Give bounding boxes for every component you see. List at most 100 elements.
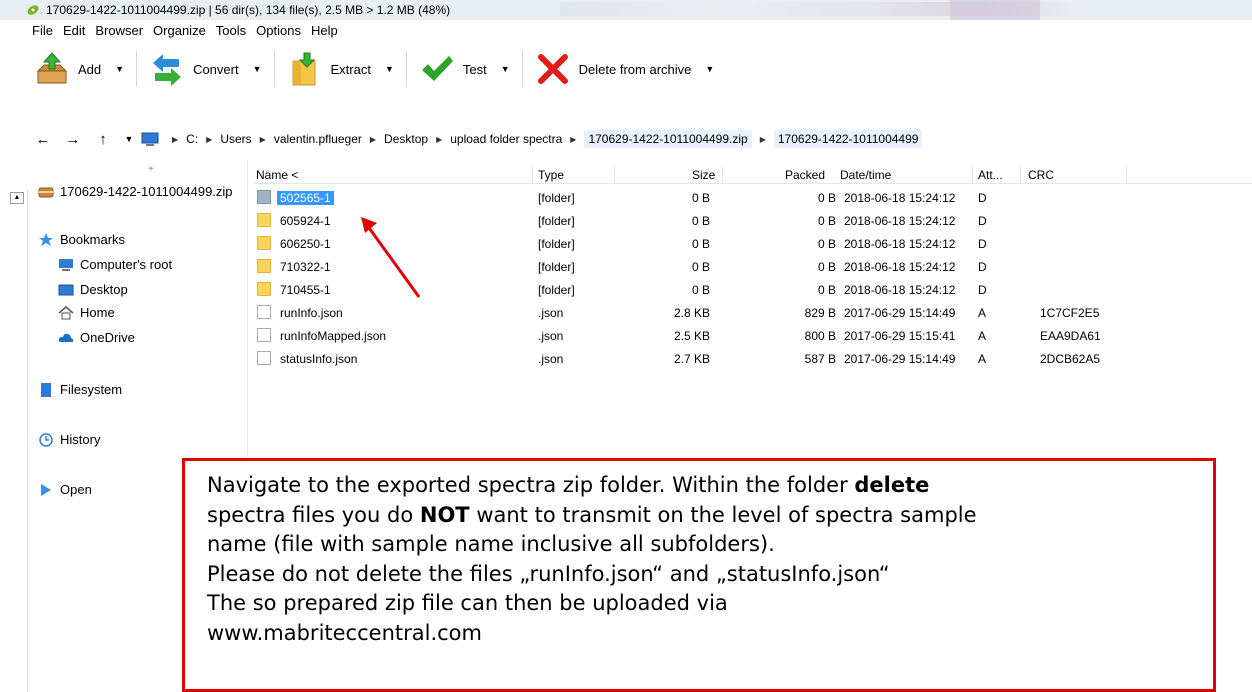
table-row[interactable]: runInfoMapped.json .json 2.5 KB 800 B 20… (254, 326, 1252, 346)
callout-line: The so prepared zip file can then be upl… (207, 591, 728, 615)
blurred-background-2 (950, 0, 1040, 20)
table-row[interactable]: 502565-1 [folder] 0 B 0 B 2018-06-18 15:… (254, 188, 1252, 208)
bookmarks-item[interactable]: Bookmarks (38, 232, 125, 247)
crumb-desktop[interactable]: Desktop (384, 132, 428, 146)
toolbar-separator (273, 51, 275, 87)
crumb-upload-folder[interactable]: upload folder spectra (450, 132, 562, 146)
column-size[interactable]: Size (692, 168, 715, 182)
chevron-right-icon: ▶ (759, 134, 766, 144)
row-attributes: A (978, 352, 987, 366)
menu-file[interactable]: File (32, 23, 53, 38)
column-divider[interactable] (1126, 166, 1127, 184)
crumb-drive[interactable]: C: (186, 132, 198, 146)
forward-arrow-icon[interactable]: → (58, 131, 88, 148)
row-date: 2017-06-29 15:15:41 (844, 329, 956, 343)
collapse-arrow-icon[interactable]: ▲ (10, 192, 24, 204)
row-date: 2017-06-29 15:14:49 (844, 352, 956, 366)
row-packed: 0 B (817, 260, 836, 274)
row-type: .json (538, 306, 564, 320)
convert-label: Convert (193, 61, 239, 77)
row-attributes: D (978, 214, 987, 228)
callout-emphasis: delete (854, 473, 930, 497)
archive-label: 170629-1422-1011004499.zip (60, 184, 233, 199)
add-button[interactable]: Add ▼ (28, 49, 130, 89)
open-label: Open (60, 482, 92, 497)
crumb-zip[interactable]: 170629-1422-1011004499.zip (584, 130, 752, 148)
row-name: 710322-1 (280, 260, 331, 274)
row-attributes: D (978, 191, 987, 205)
convert-button[interactable]: Convert ▼ (143, 49, 267, 89)
archive-root-item[interactable]: 170629-1422-1011004499.zip (38, 184, 233, 199)
callout-line: Navigate to the exported spectra zip fol… (207, 471, 1191, 501)
add-icon (34, 51, 70, 87)
desktop-item[interactable]: Desktop (58, 282, 128, 297)
menu-options[interactable]: Options (256, 23, 301, 38)
crumb-user[interactable]: valentin.pflueger (274, 132, 362, 146)
column-divider[interactable] (614, 166, 615, 184)
column-name[interactable]: Name < (256, 168, 298, 182)
history-item[interactable]: History (38, 432, 100, 447)
onedrive-item[interactable]: OneDrive (58, 330, 135, 345)
chevron-right-icon: ▶ (436, 134, 443, 144)
folder-icon (257, 282, 271, 296)
history-dropdown-icon[interactable]: ▼ (118, 134, 140, 144)
test-button[interactable]: Test ▼ (413, 49, 516, 89)
row-name: 710455-1 (280, 283, 331, 297)
callout-emphasis: NOT (419, 502, 470, 527)
callout-line: name (file with sample name inclusive al… (207, 532, 775, 556)
file-icon (257, 328, 271, 342)
delete-dropdown-icon[interactable]: ▼ (705, 64, 714, 74)
column-crc[interactable]: CRC (1028, 168, 1054, 182)
column-attributes[interactable]: Att... (978, 168, 1003, 182)
toolbar-separator (136, 51, 138, 87)
back-arrow-icon[interactable]: ← (28, 131, 58, 148)
home-item[interactable]: Home (58, 305, 115, 320)
history-label: History (60, 432, 101, 447)
column-divider[interactable] (532, 166, 533, 184)
column-divider[interactable] (1020, 166, 1021, 184)
computer-root-label: Computer's root (80, 257, 173, 272)
column-divider[interactable] (972, 166, 973, 184)
row-packed: 800 B (804, 329, 836, 343)
table-row[interactable]: runInfo.json .json 2.8 KB 829 B 2017-06-… (254, 303, 1252, 323)
extract-dropdown-icon[interactable]: ▼ (385, 64, 394, 74)
delete-from-archive-button[interactable]: Delete from archive ▼ (529, 49, 721, 89)
row-type: .json (538, 352, 564, 366)
crumb-current-folder[interactable]: 170629-1422-1011004499 (773, 130, 923, 148)
computer-root-item[interactable]: Computer's root (58, 257, 172, 272)
up-arrow-icon[interactable]: ↑ (88, 131, 118, 148)
filesystem-label: Filesystem (60, 382, 123, 397)
filesystem-item[interactable]: Filesystem (38, 382, 122, 397)
row-packed: 0 B (817, 214, 836, 228)
column-packed[interactable]: Packed (785, 168, 825, 182)
menu-browser[interactable]: Browser (95, 23, 143, 38)
menu-tools[interactable]: Tools (216, 23, 246, 38)
row-packed: 0 B (817, 237, 836, 251)
extract-button[interactable]: Extract ▼ (281, 49, 400, 89)
menu-help[interactable]: Help (311, 23, 338, 38)
crumb-users[interactable]: Users (220, 132, 251, 146)
row-packed: 0 B (817, 191, 836, 205)
add-dropdown-icon[interactable]: ▼ (115, 64, 124, 74)
row-size: 2.5 KB (673, 329, 710, 343)
open-item[interactable]: Open (38, 482, 92, 497)
menu-edit[interactable]: Edit (63, 23, 85, 38)
test-label: Test (462, 61, 487, 77)
computer-icon (58, 258, 74, 272)
extract-icon (287, 51, 323, 87)
menu-organize[interactable]: Organize (153, 23, 206, 38)
row-name: 606250-1 (280, 237, 331, 251)
table-row[interactable]: statusInfo.json .json 2.7 KB 587 B 2017-… (254, 349, 1252, 369)
computer-icon[interactable] (140, 132, 160, 146)
convert-dropdown-icon[interactable]: ▼ (253, 64, 262, 74)
column-divider[interactable] (722, 166, 723, 184)
test-dropdown-icon[interactable]: ▼ (501, 64, 510, 74)
archive-icon (38, 185, 54, 199)
column-type[interactable]: Type (538, 168, 564, 182)
row-date: 2018-06-18 15:24:12 (844, 237, 956, 251)
row-name: 605924-1 (280, 214, 331, 228)
chevron-right-icon: ▶ (369, 134, 377, 144)
row-size: 2.7 KB (673, 352, 710, 366)
column-date[interactable]: Date/time (840, 168, 891, 182)
instruction-callout: Navigate to the exported spectra zip fol… (182, 458, 1216, 692)
